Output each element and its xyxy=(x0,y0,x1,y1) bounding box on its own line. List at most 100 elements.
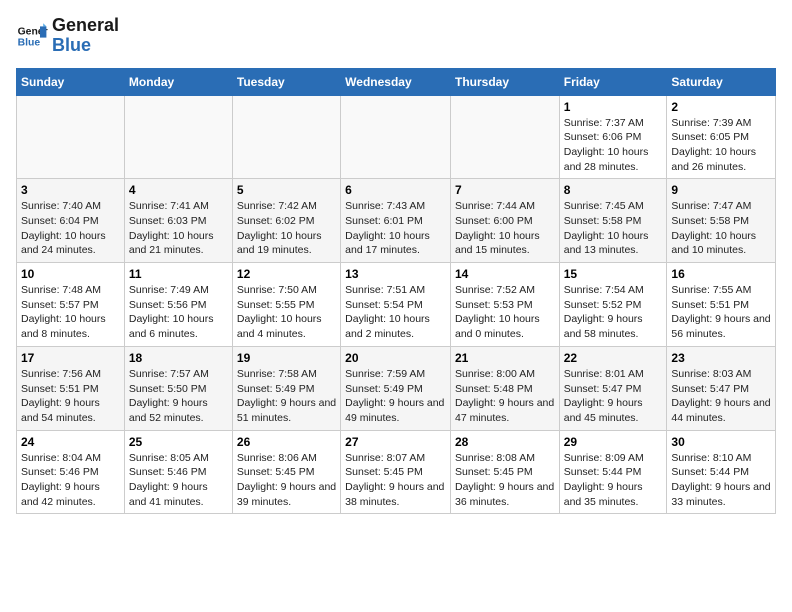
day-cell: 8 Sunrise: 7:45 AM Sunset: 5:58 PM Daylig… xyxy=(559,179,667,263)
day-cell: 30 Sunrise: 8:10 AM Sunset: 5:44 PM Dayli… xyxy=(667,430,776,514)
day-number: 8 xyxy=(564,183,663,197)
day-cell: 18 Sunrise: 7:57 AM Sunset: 5:50 PM Dayli… xyxy=(124,346,232,430)
day-info: Sunrise: 7:57 AM Sunset: 5:50 PM Dayligh… xyxy=(129,367,228,426)
day-number: 22 xyxy=(564,351,663,365)
day-number: 9 xyxy=(671,183,771,197)
day-info: Sunrise: 7:59 AM Sunset: 5:49 PM Dayligh… xyxy=(345,367,446,426)
day-cell: 10 Sunrise: 7:48 AM Sunset: 5:57 PM Dayli… xyxy=(17,263,125,347)
day-cell: 6 Sunrise: 7:43 AM Sunset: 6:01 PM Daylig… xyxy=(341,179,451,263)
day-number: 3 xyxy=(21,183,120,197)
day-number: 13 xyxy=(345,267,446,281)
day-number: 12 xyxy=(237,267,336,281)
day-number: 17 xyxy=(21,351,120,365)
day-info: Sunrise: 7:54 AM Sunset: 5:52 PM Dayligh… xyxy=(564,283,663,342)
day-info: Sunrise: 8:10 AM Sunset: 5:44 PM Dayligh… xyxy=(671,451,771,510)
day-number: 23 xyxy=(671,351,771,365)
day-number: 30 xyxy=(671,435,771,449)
day-cell: 29Sunrise: 8:09 AM Sunset: 5:44 PM Dayli… xyxy=(559,430,667,514)
day-number: 2 xyxy=(671,100,771,114)
day-cell xyxy=(450,95,559,179)
top-area: General Blue General Blue xyxy=(16,16,776,60)
day-cell: 12 Sunrise: 7:50 AM Sunset: 5:55 PM Dayli… xyxy=(232,263,340,347)
week-row-2: 3 Sunrise: 7:40 AM Sunset: 6:04 PM Daylig… xyxy=(17,179,776,263)
day-cell: 19 Sunrise: 7:58 AM Sunset: 5:49 PM Dayli… xyxy=(232,346,340,430)
weekday-header-tuesday: Tuesday xyxy=(232,68,340,95)
day-cell: 15 Sunrise: 7:54 AM Sunset: 5:52 PM Dayli… xyxy=(559,263,667,347)
weekday-header-sunday: Sunday xyxy=(17,68,125,95)
day-info: Sunrise: 8:00 AM Sunset: 5:48 PM Dayligh… xyxy=(455,367,555,426)
day-info: Sunrise: 8:03 AM Sunset: 5:47 PM Dayligh… xyxy=(671,367,771,426)
day-cell: 23 Sunrise: 8:03 AM Sunset: 5:47 PM Dayli… xyxy=(667,346,776,430)
day-number: 19 xyxy=(237,351,336,365)
day-info: Sunrise: 8:06 AM Sunset: 5:45 PM Dayligh… xyxy=(237,451,336,510)
day-cell: 14 Sunrise: 7:52 AM Sunset: 5:53 PM Dayli… xyxy=(450,263,559,347)
logo-icon: General Blue xyxy=(16,20,48,52)
day-cell: 5 Sunrise: 7:42 AM Sunset: 6:02 PM Daylig… xyxy=(232,179,340,263)
day-cell: 24 Sunrise: 8:04 AM Sunset: 5:46 PM Dayli… xyxy=(17,430,125,514)
day-number: 28 xyxy=(455,435,555,449)
day-cell xyxy=(17,95,125,179)
day-cell: 22 Sunrise: 8:01 AM Sunset: 5:47 PM Dayli… xyxy=(559,346,667,430)
day-info: Sunrise: 7:49 AM Sunset: 5:56 PM Dayligh… xyxy=(129,283,228,342)
day-number: 21 xyxy=(455,351,555,365)
day-number: 7 xyxy=(455,183,555,197)
day-info: Sunrise: 7:43 AM Sunset: 6:01 PM Dayligh… xyxy=(345,199,446,258)
day-number: 10 xyxy=(21,267,120,281)
day-info: Sunrise: 7:47 AM Sunset: 5:58 PM Dayligh… xyxy=(671,199,771,258)
day-number: 15 xyxy=(564,267,663,281)
day-info: Sunrise: 7:55 AM Sunset: 5:51 PM Dayligh… xyxy=(671,283,771,342)
calendar-table: SundayMondayTuesdayWednesdayThursdayFrid… xyxy=(16,68,776,515)
day-cell xyxy=(232,95,340,179)
day-cell: 3 Sunrise: 7:40 AM Sunset: 6:04 PM Daylig… xyxy=(17,179,125,263)
day-number: 16 xyxy=(671,267,771,281)
day-number: 14 xyxy=(455,267,555,281)
day-number: 6 xyxy=(345,183,446,197)
day-number: 27 xyxy=(345,435,446,449)
logo-blue: Blue xyxy=(52,36,119,56)
day-cell: 26 Sunrise: 8:06 AM Sunset: 5:45 PM Dayli… xyxy=(232,430,340,514)
day-number: 5 xyxy=(237,183,336,197)
day-info: Sunrise: 7:58 AM Sunset: 5:49 PM Dayligh… xyxy=(237,367,336,426)
day-info: Sunrise: 7:37 AM Sunset: 6:06 PM Dayligh… xyxy=(564,116,663,175)
weekday-header-friday: Friday xyxy=(559,68,667,95)
day-info: Sunrise: 7:52 AM Sunset: 5:53 PM Dayligh… xyxy=(455,283,555,342)
day-info: Sunrise: 7:39 AM Sunset: 6:05 PM Dayligh… xyxy=(671,116,771,175)
day-cell: 20 Sunrise: 7:59 AM Sunset: 5:49 PM Dayli… xyxy=(341,346,451,430)
day-cell: 11 Sunrise: 7:49 AM Sunset: 5:56 PM Dayli… xyxy=(124,263,232,347)
day-info: Sunrise: 7:48 AM Sunset: 5:57 PM Dayligh… xyxy=(21,283,120,342)
day-info: Sunrise: 8:07 AM Sunset: 5:45 PM Dayligh… xyxy=(345,451,446,510)
day-info: Sunrise: 7:42 AM Sunset: 6:02 PM Dayligh… xyxy=(237,199,336,258)
day-number: 25 xyxy=(129,435,228,449)
day-number: 20 xyxy=(345,351,446,365)
week-row-1: 1Sunrise: 7:37 AM Sunset: 6:06 PM Daylig… xyxy=(17,95,776,179)
day-info: Sunrise: 8:05 AM Sunset: 5:46 PM Dayligh… xyxy=(129,451,228,510)
day-info: Sunrise: 7:51 AM Sunset: 5:54 PM Dayligh… xyxy=(345,283,446,342)
day-cell xyxy=(124,95,232,179)
day-info: Sunrise: 7:41 AM Sunset: 6:03 PM Dayligh… xyxy=(129,199,228,258)
day-cell: 4 Sunrise: 7:41 AM Sunset: 6:03 PM Daylig… xyxy=(124,179,232,263)
day-info: Sunrise: 7:50 AM Sunset: 5:55 PM Dayligh… xyxy=(237,283,336,342)
week-row-4: 17Sunrise: 7:56 AM Sunset: 5:51 PM Dayli… xyxy=(17,346,776,430)
day-cell: 9 Sunrise: 7:47 AM Sunset: 5:58 PM Daylig… xyxy=(667,179,776,263)
logo: General Blue General Blue xyxy=(16,16,119,56)
day-info: Sunrise: 7:40 AM Sunset: 6:04 PM Dayligh… xyxy=(21,199,120,258)
logo-general: General xyxy=(52,16,119,36)
weekday-header-monday: Monday xyxy=(124,68,232,95)
day-number: 24 xyxy=(21,435,120,449)
week-row-3: 10 Sunrise: 7:48 AM Sunset: 5:57 PM Dayli… xyxy=(17,263,776,347)
day-info: Sunrise: 8:01 AM Sunset: 5:47 PM Dayligh… xyxy=(564,367,663,426)
day-cell: 27 Sunrise: 8:07 AM Sunset: 5:45 PM Dayli… xyxy=(341,430,451,514)
day-cell: 28 Sunrise: 8:08 AM Sunset: 5:45 PM Dayli… xyxy=(450,430,559,514)
day-number: 18 xyxy=(129,351,228,365)
day-cell: 2 Sunrise: 7:39 AM Sunset: 6:05 PM Daylig… xyxy=(667,95,776,179)
day-number: 4 xyxy=(129,183,228,197)
day-info: Sunrise: 8:04 AM Sunset: 5:46 PM Dayligh… xyxy=(21,451,120,510)
day-number: 26 xyxy=(237,435,336,449)
day-info: Sunrise: 7:45 AM Sunset: 5:58 PM Dayligh… xyxy=(564,199,663,258)
day-cell: 25 Sunrise: 8:05 AM Sunset: 5:46 PM Dayli… xyxy=(124,430,232,514)
day-number: 11 xyxy=(129,267,228,281)
day-cell: 21 Sunrise: 8:00 AM Sunset: 5:48 PM Dayli… xyxy=(450,346,559,430)
week-row-5: 24 Sunrise: 8:04 AM Sunset: 5:46 PM Dayli… xyxy=(17,430,776,514)
day-info: Sunrise: 8:08 AM Sunset: 5:45 PM Dayligh… xyxy=(455,451,555,510)
day-info: Sunrise: 7:44 AM Sunset: 6:00 PM Dayligh… xyxy=(455,199,555,258)
